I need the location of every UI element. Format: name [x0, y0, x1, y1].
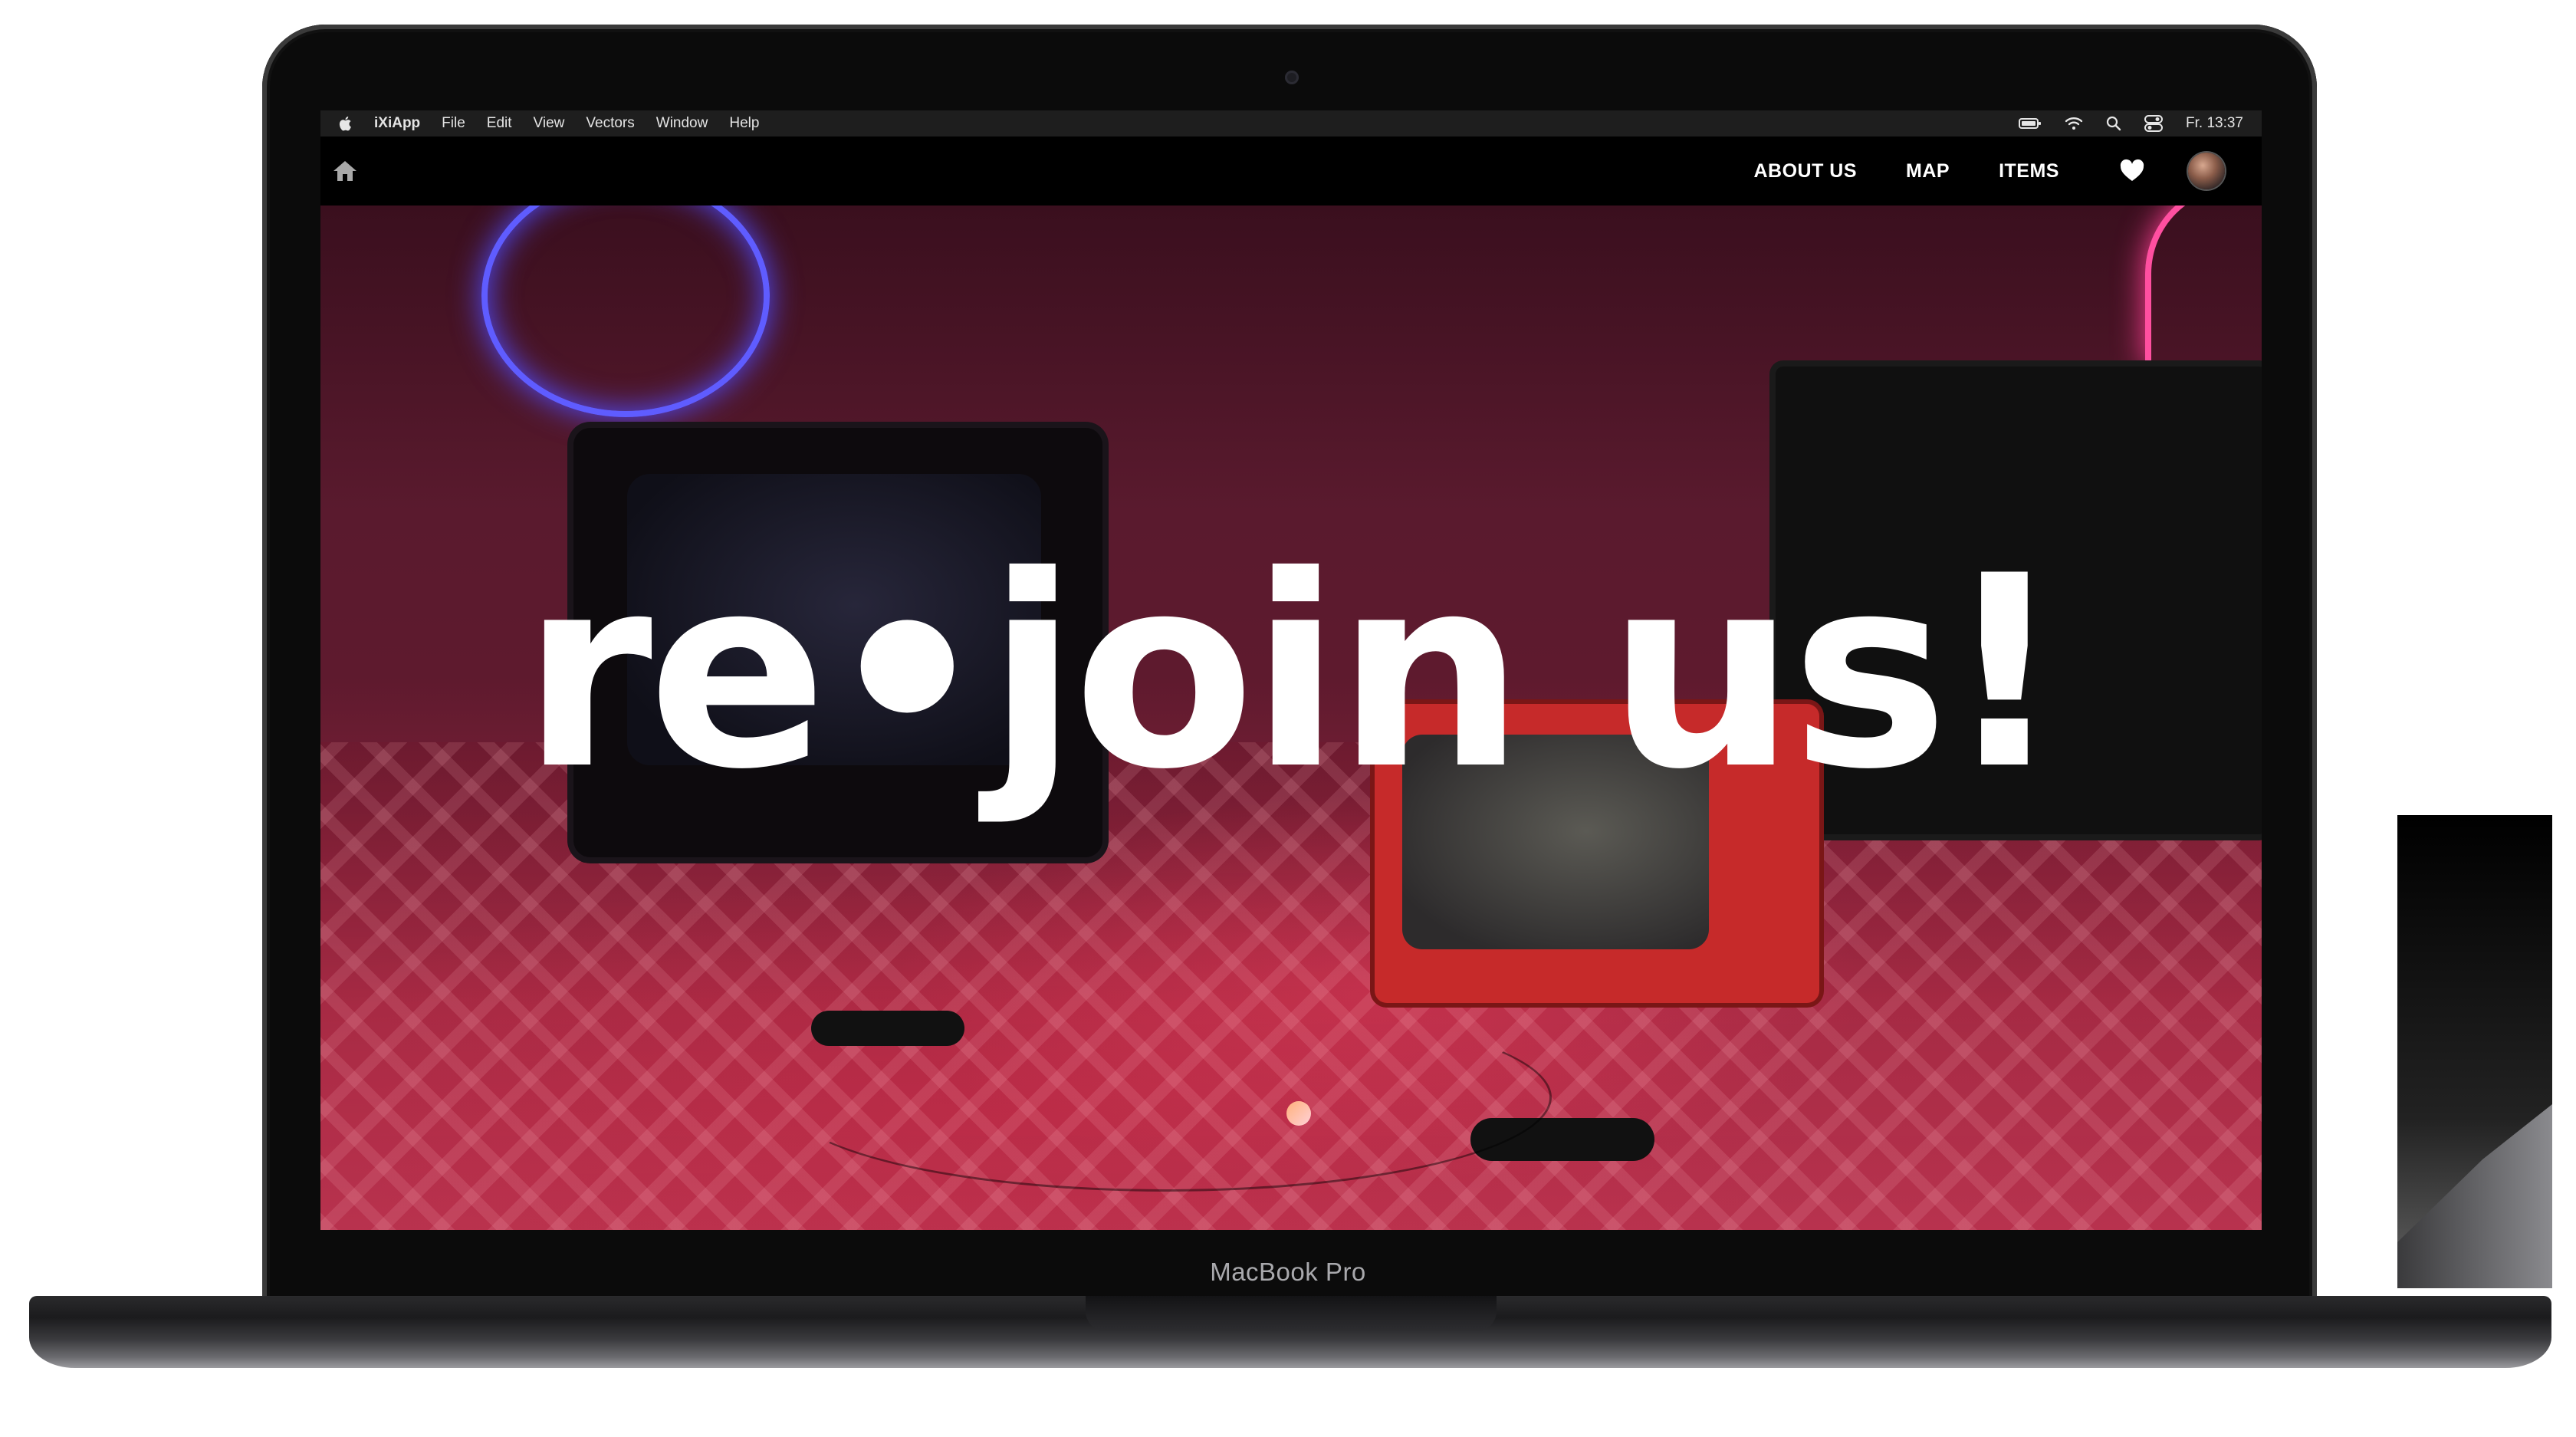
- menu-item-file[interactable]: File: [442, 115, 465, 132]
- menu-item-edit[interactable]: Edit: [487, 115, 512, 132]
- wifi-icon[interactable]: [2065, 117, 2083, 130]
- menu-item-window[interactable]: Window: [656, 115, 708, 132]
- menu-item-view[interactable]: View: [534, 115, 565, 132]
- nav-links: ABOUT US MAP ITEMS: [1704, 153, 2262, 189]
- nav-link-about-us[interactable]: ABOUT US: [1753, 160, 1857, 183]
- camera-icon: [1285, 71, 1299, 84]
- hero-headline: re•join us!: [521, 520, 2065, 827]
- menu-item-vectors[interactable]: Vectors: [586, 115, 634, 132]
- spotlight-icon[interactable]: [2106, 116, 2121, 131]
- app-navbar: ABOUT US MAP ITEMS: [320, 136, 2262, 206]
- controller-cable: [780, 1003, 1552, 1192]
- status-area: Fr. 13:37: [2019, 115, 2243, 132]
- user-avatar[interactable]: [2188, 153, 2225, 189]
- nav-link-map[interactable]: MAP: [1906, 160, 1950, 183]
- heart-icon[interactable]: [2119, 158, 2145, 184]
- stage: iXiApp File Edit View Vectors Window Hel…: [0, 0, 2576, 1437]
- hero-section: re•join us!: [320, 206, 2262, 1230]
- laptop-notch: [1086, 1296, 1497, 1331]
- neon-sign: [481, 206, 770, 417]
- control-center-icon[interactable]: [2144, 115, 2163, 132]
- battery-icon[interactable]: [2019, 117, 2042, 130]
- menu-bar: iXiApp File Edit View Vectors Window Hel…: [320, 110, 2262, 136]
- neon-sign-pink: [2145, 206, 2262, 365]
- apple-icon[interactable]: [339, 116, 353, 131]
- scroll-dot[interactable]: [1286, 1101, 1311, 1126]
- home-icon[interactable]: [331, 157, 359, 185]
- screen: iXiApp File Edit View Vectors Window Hel…: [320, 110, 2262, 1230]
- device-label: MacBook Pro: [1210, 1258, 1366, 1286]
- menu-clock[interactable]: Fr. 13:37: [2186, 115, 2243, 132]
- menu-item-app[interactable]: iXiApp: [374, 115, 420, 132]
- nav-link-items[interactable]: ITEMS: [1999, 160, 2059, 183]
- menu-item-help[interactable]: Help: [729, 115, 759, 132]
